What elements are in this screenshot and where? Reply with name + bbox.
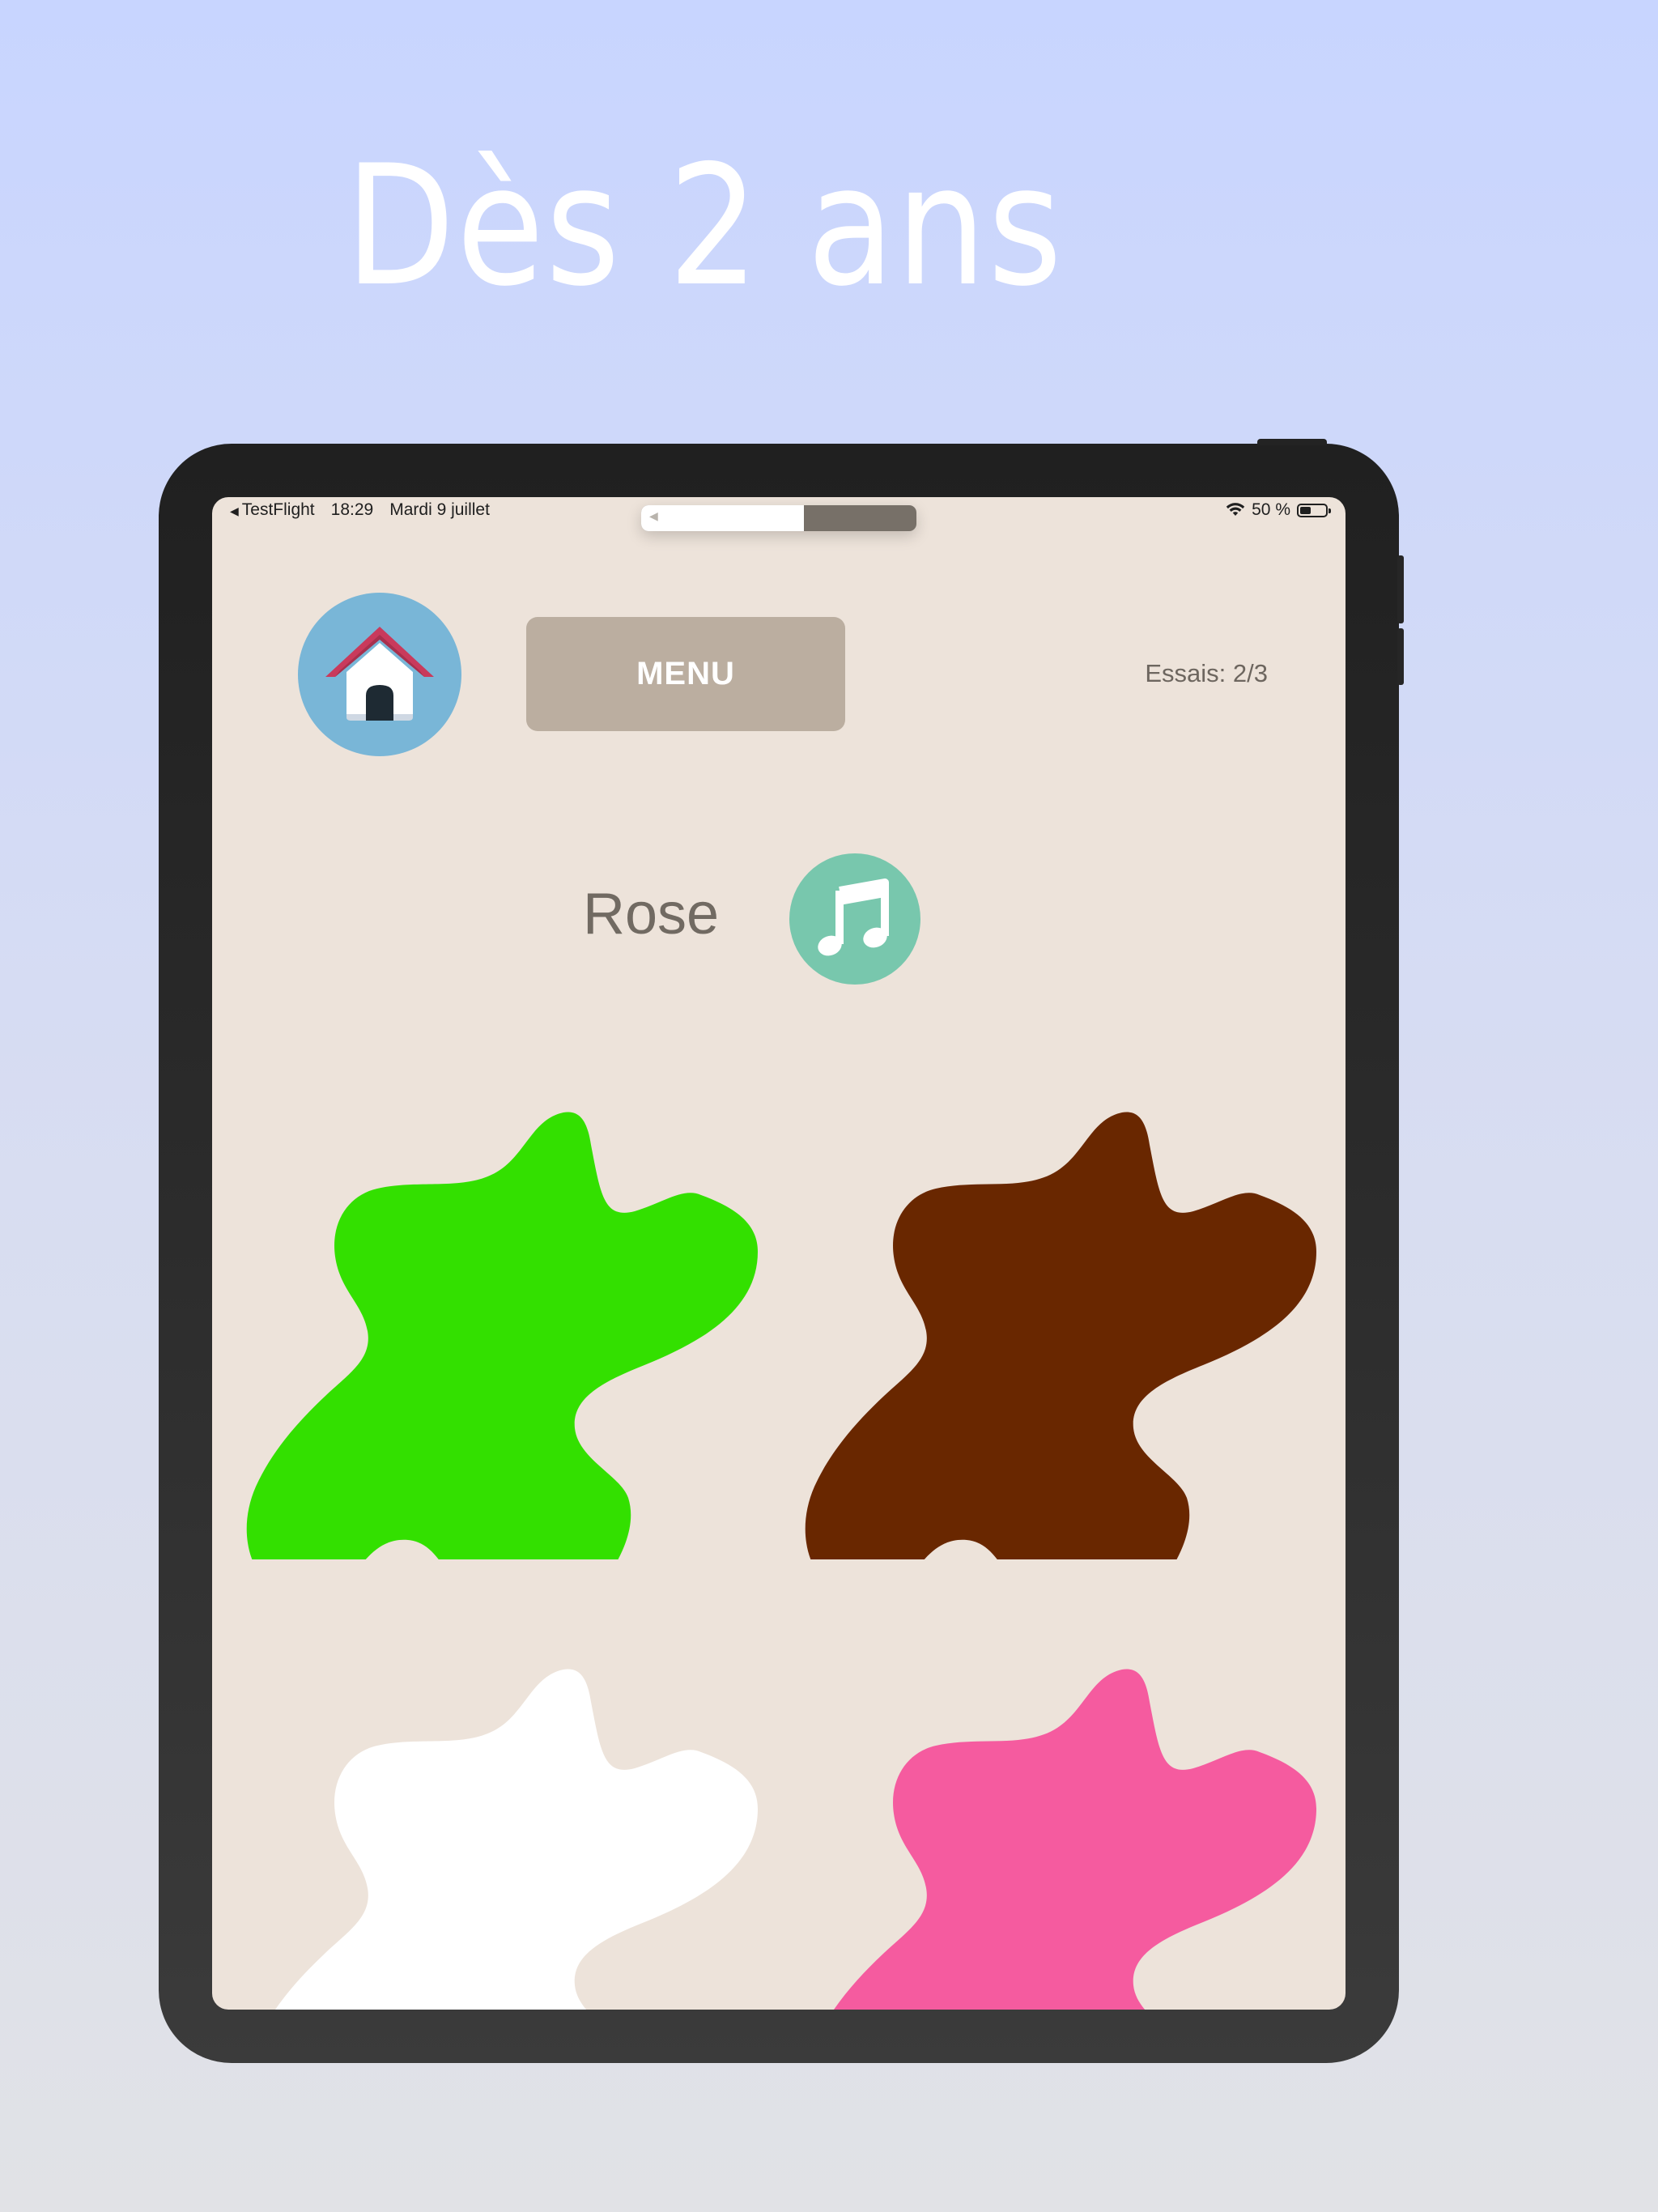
back-to-app-link[interactable]: ◀ TestFlight <box>230 500 315 520</box>
pink-blob-shape <box>834 1669 1316 2010</box>
green-blob[interactable] <box>246 1074 758 1559</box>
play-sound-button[interactable] <box>789 853 920 985</box>
house-icon <box>325 627 434 721</box>
green-blob-shape <box>246 1112 758 1559</box>
volume-level <box>641 505 804 531</box>
white-blob-shape <box>275 1669 758 2010</box>
app-screen: ◀ TestFlight 18:29 Mardi 9 juillet 50 % ◀ <box>212 497 1346 2010</box>
pink-blob[interactable] <box>805 1631 1316 2010</box>
status-time: 18:29 <box>330 500 374 519</box>
battery-icon <box>1297 503 1331 517</box>
music-note-icon <box>818 878 889 956</box>
tablet-top-button <box>1257 439 1327 445</box>
tablet-volume-up-button <box>1397 555 1404 623</box>
back-app-label: TestFlight <box>241 500 315 519</box>
battery-percentage: 50 % <box>1252 500 1290 519</box>
tablet-volume-down-button <box>1397 628 1404 685</box>
status-date: Mardi 9 juillet <box>389 500 490 519</box>
tablet-frame: ◀ TestFlight 18:29 Mardi 9 juillet 50 % ◀ <box>159 439 1404 2063</box>
headline: Dès 2 ans <box>345 130 1064 323</box>
back-arrow-icon: ◀ <box>230 504 239 517</box>
speaker-icon: ◀ <box>649 509 658 522</box>
battery-level <box>1300 506 1311 514</box>
target-color-word: Rose <box>583 882 720 946</box>
brown-blob[interactable] <box>805 1074 1316 1559</box>
white-blob[interactable] <box>246 1631 758 2010</box>
wifi-icon <box>1226 503 1245 516</box>
brown-blob-shape <box>805 1112 1316 1559</box>
tries-counter: Essais: 2/3 <box>1145 659 1268 687</box>
home-button[interactable] <box>298 593 461 756</box>
volume-slider[interactable]: ◀ <box>641 505 916 531</box>
menu-button[interactable]: MENU <box>526 617 845 731</box>
